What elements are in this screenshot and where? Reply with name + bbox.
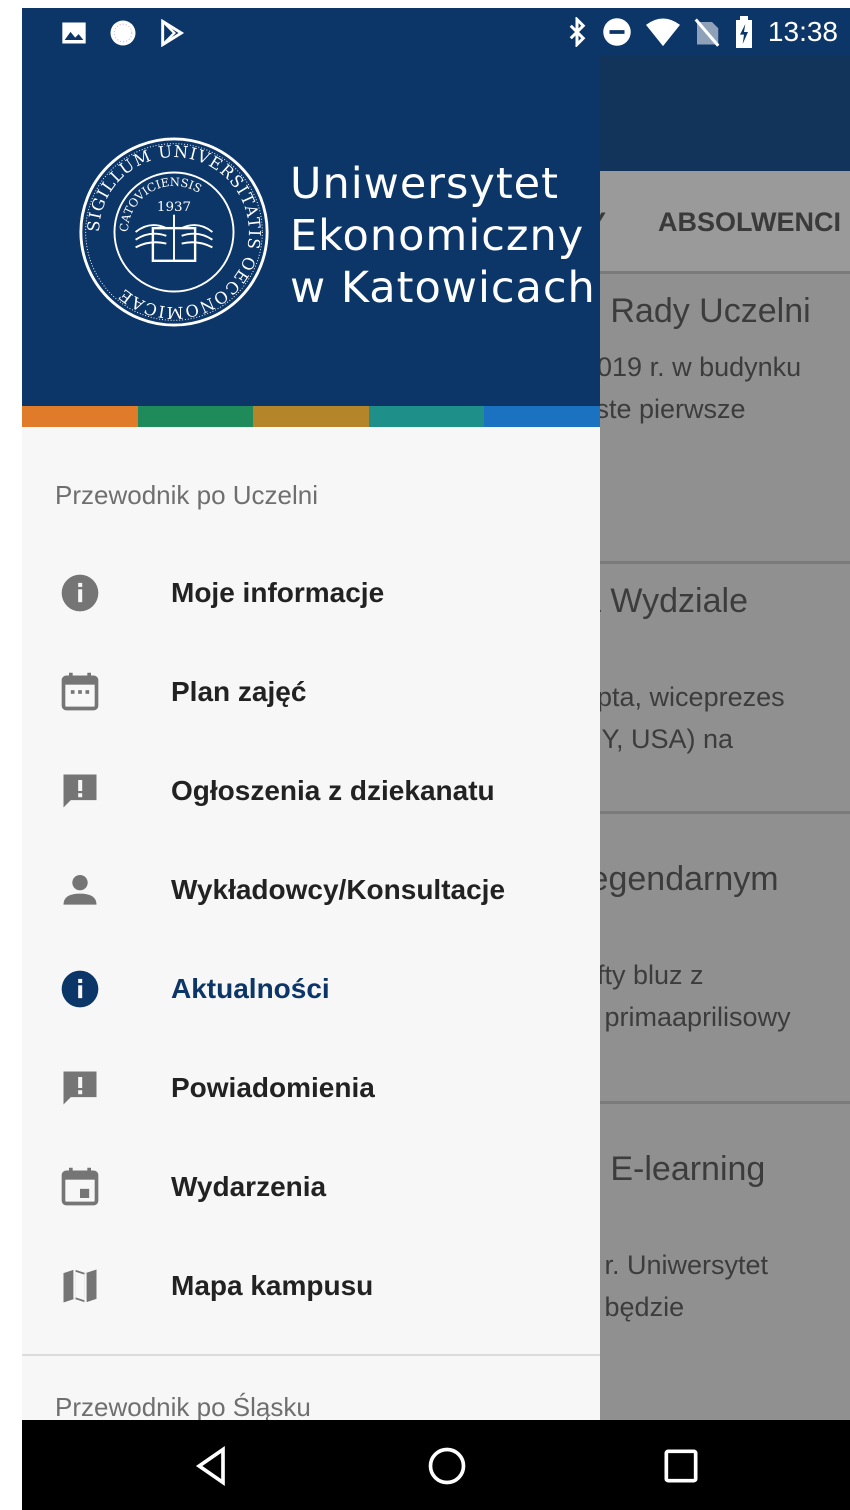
menu-item-label: Powiadomienia bbox=[171, 1072, 375, 1103]
no-sim-icon bbox=[694, 18, 720, 47]
circle-dots-icon bbox=[110, 20, 136, 46]
tab-absolwenci[interactable]: ABSOLWENCI bbox=[658, 207, 841, 238]
person-icon bbox=[63, 874, 97, 905]
announcement-icon bbox=[63, 1071, 97, 1105]
menu-item-wykladowcy[interactable]: Wykładowcy/Konsultacje bbox=[22, 846, 600, 936]
menu-item-powiadomienia[interactable]: Powiadomienia bbox=[22, 1044, 600, 1134]
brand-line: Ekonomiczny bbox=[290, 211, 585, 261]
news-card-title: a Wydziale bbox=[582, 582, 748, 620]
news-card-line: upta, wiceprezes bbox=[582, 682, 785, 712]
home-icon[interactable] bbox=[425, 1444, 469, 1488]
menu-item-label: Aktualności bbox=[171, 973, 330, 1004]
clock: 13:38 bbox=[767, 16, 838, 47]
menu-item-label: Ogłoszenia z dziekanatu bbox=[171, 775, 495, 806]
menu-item-label: Wykładowcy/Konsultacje bbox=[171, 874, 506, 905]
news-card-title: n E-learning bbox=[582, 1150, 766, 1188]
battery-charging-icon bbox=[735, 16, 752, 48]
recents-icon[interactable] bbox=[659, 1444, 703, 1488]
university-name: Uniwersytet Ekonomiczny w Katowicach bbox=[290, 158, 596, 314]
menu-item-aktualnosci[interactable]: Aktualności bbox=[22, 945, 600, 1035]
status-bar: 13:38 bbox=[22, 8, 850, 56]
section-title-slask: Przewodnik po Śląsku bbox=[55, 1392, 311, 1420]
stripe bbox=[253, 406, 369, 427]
map-icon bbox=[63, 1269, 97, 1303]
brand-line: w Katowicach bbox=[290, 263, 596, 313]
phone-screen: 13:38 Y ABSOLWENCI e Rady Uczelni 2019 r… bbox=[22, 8, 850, 1510]
section-divider bbox=[22, 1354, 600, 1356]
menu-item-wydarzenia[interactable]: Wydarzenia bbox=[22, 1143, 600, 1233]
bluetooth-icon bbox=[569, 17, 586, 47]
menu-item-plan-zajec[interactable]: Plan zajęć bbox=[22, 648, 600, 738]
system-nav-bar bbox=[22, 1420, 850, 1510]
news-card-title: legendarnym bbox=[582, 860, 779, 898]
wifi-icon bbox=[645, 18, 680, 47]
do-not-disturb-icon bbox=[603, 18, 631, 46]
menu-item-label: Moje informacje bbox=[171, 577, 385, 608]
play-store-icon bbox=[161, 19, 185, 47]
info-icon bbox=[61, 574, 99, 612]
announcement-icon bbox=[63, 774, 97, 808]
section-title-uczelnia: Przewodnik po Uczelni bbox=[55, 480, 319, 510]
menu-item-label: Wydarzenia bbox=[171, 1171, 327, 1202]
svg-text:1937: 1937 bbox=[157, 200, 191, 215]
info-icon bbox=[61, 970, 99, 1008]
color-stripes bbox=[22, 406, 600, 427]
news-card-title: e Rady Uczelni bbox=[582, 292, 811, 330]
navigation-drawer: SIGILLUM UNIVERSITATIS OECONOMICAE CATOV… bbox=[22, 8, 600, 1420]
menu-item-label: Plan zajęć bbox=[171, 676, 307, 707]
menu-item-moje-informacje[interactable]: Moje informacje bbox=[22, 549, 600, 639]
news-card-line: 2019 r. w budynku bbox=[582, 352, 802, 382]
brand-line: Uniwersytet bbox=[290, 159, 559, 209]
menu-item-label: Mapa kampusu bbox=[171, 1270, 374, 1301]
university-seal-logo: SIGILLUM UNIVERSITATIS OECONOMICAE CATOV… bbox=[79, 137, 269, 327]
drawer-header: SIGILLUM UNIVERSITATIS OECONOMICAE CATOV… bbox=[22, 8, 600, 406]
news-card-line: NY, USA) na bbox=[582, 724, 734, 754]
news-card-line: e primaaprilisowy bbox=[582, 1002, 791, 1032]
back-icon[interactable] bbox=[190, 1444, 234, 1488]
menu-item-ogloszenia[interactable]: Ogłoszenia z dziekanatu bbox=[22, 747, 600, 837]
news-card-line: yste pierwsze bbox=[582, 394, 746, 424]
image-icon bbox=[62, 22, 86, 44]
calendar-icon bbox=[61, 672, 99, 711]
stripe bbox=[484, 406, 600, 427]
event-icon bbox=[61, 1167, 99, 1206]
news-card-line: 9 r. Uniwersytet bbox=[582, 1250, 769, 1280]
stripe bbox=[22, 406, 138, 427]
stripe bbox=[137, 406, 254, 427]
news-card-line: afty bluz z bbox=[582, 960, 704, 990]
stripe bbox=[368, 406, 485, 427]
menu-item-mapa-kampusu[interactable]: Mapa kampusu bbox=[22, 1242, 600, 1332]
